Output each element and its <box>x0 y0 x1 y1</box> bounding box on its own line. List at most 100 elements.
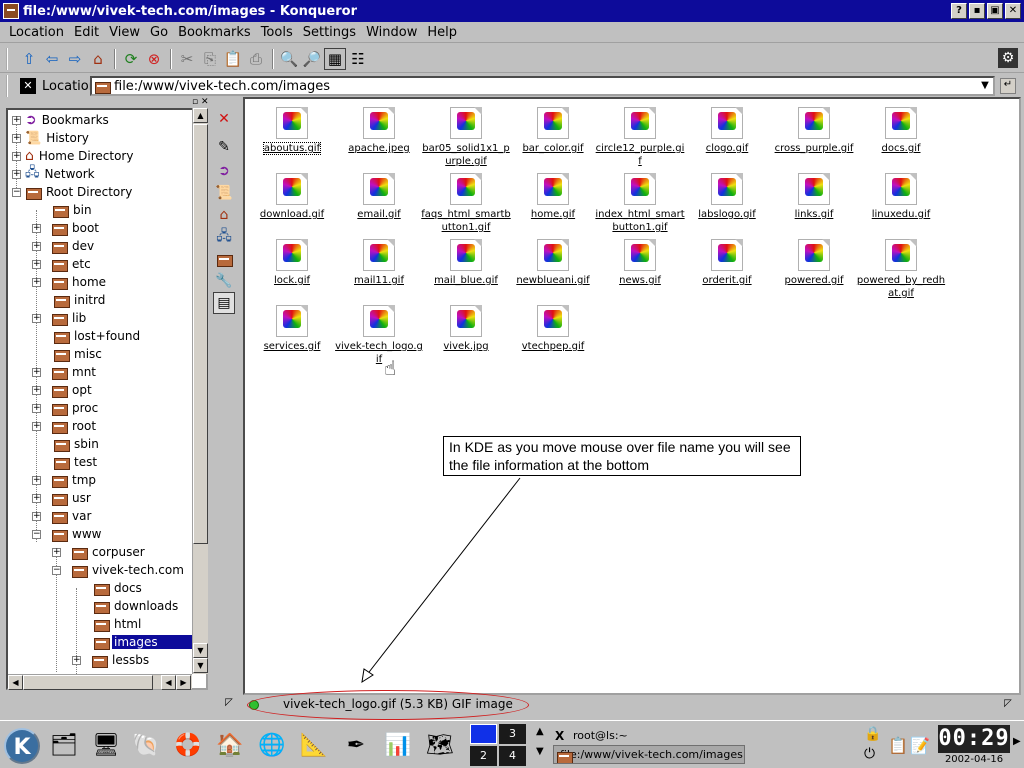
collapse-icon[interactable]: − <box>32 529 41 539</box>
tree-item-sbin[interactable]: sbin <box>32 435 101 453</box>
expand-icon[interactable]: + <box>32 241 41 251</box>
tree-item-opt[interactable]: + opt <box>32 381 94 399</box>
menu-tools[interactable]: Tools <box>256 25 298 40</box>
scrollbar-thumb[interactable] <box>193 124 208 544</box>
sidebar-view-icon[interactable]: ▤ <box>213 292 235 314</box>
expand-icon[interactable]: + <box>32 493 41 503</box>
tree-item-history[interactable]: + 📜 History <box>12 129 91 147</box>
file-item[interactable]: mail_blue.gif <box>421 237 511 287</box>
scroll-right-icon[interactable]: ▶ <box>176 675 191 690</box>
file-item[interactable]: powered_by_redhat.gif <box>856 237 946 300</box>
file-item[interactable]: vivek.jpg <box>421 303 511 353</box>
tree-vertical-scrollbar[interactable]: ▲ ▼ ▼ <box>192 108 208 674</box>
tree-item-bin[interactable]: bin <box>32 201 94 219</box>
menu-help[interactable]: Help <box>422 25 462 40</box>
file-item[interactable]: lock.gif <box>247 237 337 287</box>
tree-item-corpuser[interactable]: + corpuser <box>52 543 147 561</box>
k-menu-icon[interactable]: K <box>4 728 40 764</box>
file-item[interactable]: home.gif <box>508 171 598 221</box>
file-name[interactable]: faqs_html_smartbutton1.gif <box>421 208 511 234</box>
shell-icon[interactable]: 🐚 <box>130 729 162 761</box>
resize-grip-icon[interactable]: ◸ <box>222 697 236 711</box>
file-item[interactable]: linuxedu.gif <box>856 171 946 221</box>
office-icon[interactable]: 📐 <box>298 729 330 761</box>
help-button[interactable]: ? <box>951 3 967 19</box>
expand-icon[interactable]: + <box>72 655 81 665</box>
file-item[interactable]: download.gif <box>247 171 337 221</box>
file-name[interactable]: docs.gif <box>856 142 946 155</box>
file-name[interactable]: lock.gif <box>247 274 337 287</box>
tree-item-usr[interactable]: + usr <box>32 489 93 507</box>
root-folder-icon[interactable] <box>213 248 235 270</box>
pager-desktop-2[interactable]: 2 <box>470 746 497 766</box>
tree-item-lib[interactable]: + lib <box>32 309 88 327</box>
tree-item-etc[interactable]: + etc <box>32 255 93 273</box>
zoom-out-icon[interactable]: 🔎 <box>301 48 323 70</box>
file-name[interactable]: powered.gif <box>769 274 859 287</box>
file-name[interactable]: links.gif <box>769 208 859 221</box>
tree-item-downloads[interactable]: downloads <box>72 597 180 615</box>
expand-icon[interactable]: + <box>32 511 41 521</box>
tree-view-icon[interactable]: ☷ <box>347 48 369 70</box>
history-icon[interactable]: 📜 <box>213 182 235 204</box>
file-item[interactable]: news.gif <box>595 237 685 287</box>
notes-icon[interactable]: 📝 <box>910 736 930 755</box>
scroll-left-icon[interactable]: ◀ <box>8 675 23 690</box>
menu-bookmarks[interactable]: Bookmarks <box>173 25 256 40</box>
icon-view-icon[interactable]: ▦ <box>324 47 346 70</box>
tree-item-docs[interactable]: docs <box>72 579 144 597</box>
tree-item-proc[interactable]: + proc <box>32 399 100 417</box>
scroll-left-icon[interactable]: ◀ <box>161 675 176 690</box>
tree-item-dev[interactable]: + dev <box>32 237 96 255</box>
minimize-button[interactable]: ▪ <box>969 3 985 19</box>
tree-item-test[interactable]: test <box>32 453 99 471</box>
float-panel-icon[interactable]: ▫ <box>192 97 198 107</box>
task-terminal[interactable]: X root@ls:~ <box>553 726 745 745</box>
expand-icon[interactable]: + <box>12 115 21 125</box>
paste-icon[interactable]: 📋 <box>222 48 244 70</box>
tree-horizontal-scrollbar[interactable]: ◀ ◀ ▶ <box>8 674 192 690</box>
chevron-down-icon[interactable]: ▼ <box>977 78 993 94</box>
file-name[interactable]: clogo.gif <box>682 142 772 155</box>
menu-go[interactable]: Go <box>145 25 173 40</box>
file-item[interactable]: labslogo.gif <box>682 171 772 221</box>
klipper-icon[interactable]: 📋 <box>888 736 908 755</box>
tree-item-root[interactable]: + root <box>32 417 98 435</box>
expand-icon[interactable]: + <box>32 367 41 377</box>
tree-item-lessbs[interactable]: + lessbs <box>72 651 151 669</box>
tree-item-initrd[interactable]: initrd <box>32 291 107 309</box>
stop-icon[interactable]: ⊗ <box>143 48 165 70</box>
file-item[interactable]: powered.gif <box>769 237 859 287</box>
panel-hide-icon[interactable]: ▶ <box>1013 736 1021 747</box>
file-name[interactable]: bar_color.gif <box>508 142 598 155</box>
file-name[interactable]: labslogo.gif <box>682 208 772 221</box>
up-icon[interactable]: ⇧ <box>18 48 40 70</box>
forward-icon[interactable]: ⇨ <box>64 48 86 70</box>
file-item[interactable]: circle12_purple.gif <box>595 105 685 168</box>
scroll-down-icon[interactable]: ▼ <box>193 658 208 673</box>
menu-location[interactable]: Location <box>4 25 69 40</box>
file-name[interactable]: bar05_solid1x1_purple.gif <box>421 142 511 168</box>
file-name[interactable]: aboutus.gif <box>262 142 322 155</box>
file-item[interactable]: services.gif <box>247 303 337 353</box>
file-name[interactable]: index_html_smartbutton1.gif <box>595 208 685 234</box>
expand-icon[interactable]: + <box>32 277 41 287</box>
file-item[interactable]: docs.gif <box>856 105 946 155</box>
file-name[interactable]: newblueani.gif <box>508 274 598 287</box>
file-name[interactable]: cross_purple.gif <box>769 142 859 155</box>
tree-item-html[interactable]: html <box>72 615 143 633</box>
close-button[interactable]: ✕ <box>1005 3 1021 19</box>
services-icon[interactable]: 🔧 <box>213 270 235 292</box>
tree-item-images[interactable]: images <box>72 633 202 651</box>
go-icon[interactable]: ↵ <box>1000 78 1016 94</box>
file-name[interactable]: vtechpep.gif <box>508 340 598 353</box>
file-item[interactable]: index_html_smartbutton1.gif <box>595 171 685 234</box>
home-folder-icon[interactable]: 🏠 <box>214 729 246 761</box>
expand-icon[interactable]: + <box>32 313 41 323</box>
file-name[interactable]: email.gif <box>334 208 424 221</box>
pager-desktop-3[interactable]: 3 <box>499 724 526 744</box>
maximize-button[interactable]: ▣ <box>987 3 1003 19</box>
scroll-down-icon[interactable]: ▼ <box>193 643 208 658</box>
tree-item-mnt[interactable]: + mnt <box>32 363 98 381</box>
file-name[interactable]: download.gif <box>247 208 337 221</box>
